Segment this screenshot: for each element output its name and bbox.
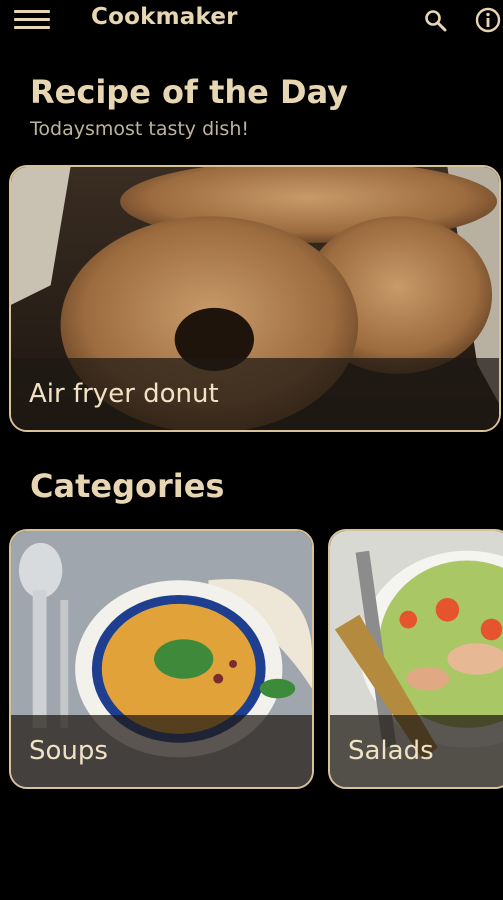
recipe-card-label: Air fryer donut (11, 358, 499, 430)
category-label-salads: Salads (330, 715, 503, 787)
recipe-of-day-heading: Recipe of the Day (30, 73, 349, 111)
category-card-soups[interactable]: Soups (9, 529, 314, 789)
recipe-of-day-card[interactable]: Air fryer donut (9, 165, 501, 432)
app-title: Cookmaker (91, 4, 238, 30)
category-card-salads[interactable]: Salads (328, 529, 503, 789)
app-bar: Cookmaker (0, 0, 503, 38)
menu-icon (14, 10, 50, 13)
search-icon (425, 10, 447, 32)
search-button[interactable] (423, 8, 447, 32)
recipe-of-day-subtitle: Todaysmost tasty dish! (30, 118, 249, 140)
menu-button[interactable] (14, 10, 50, 30)
categories-heading: Categories (30, 467, 225, 505)
info-icon (475, 7, 501, 33)
category-label-soups: Soups (11, 715, 312, 787)
info-button[interactable] (475, 7, 501, 33)
